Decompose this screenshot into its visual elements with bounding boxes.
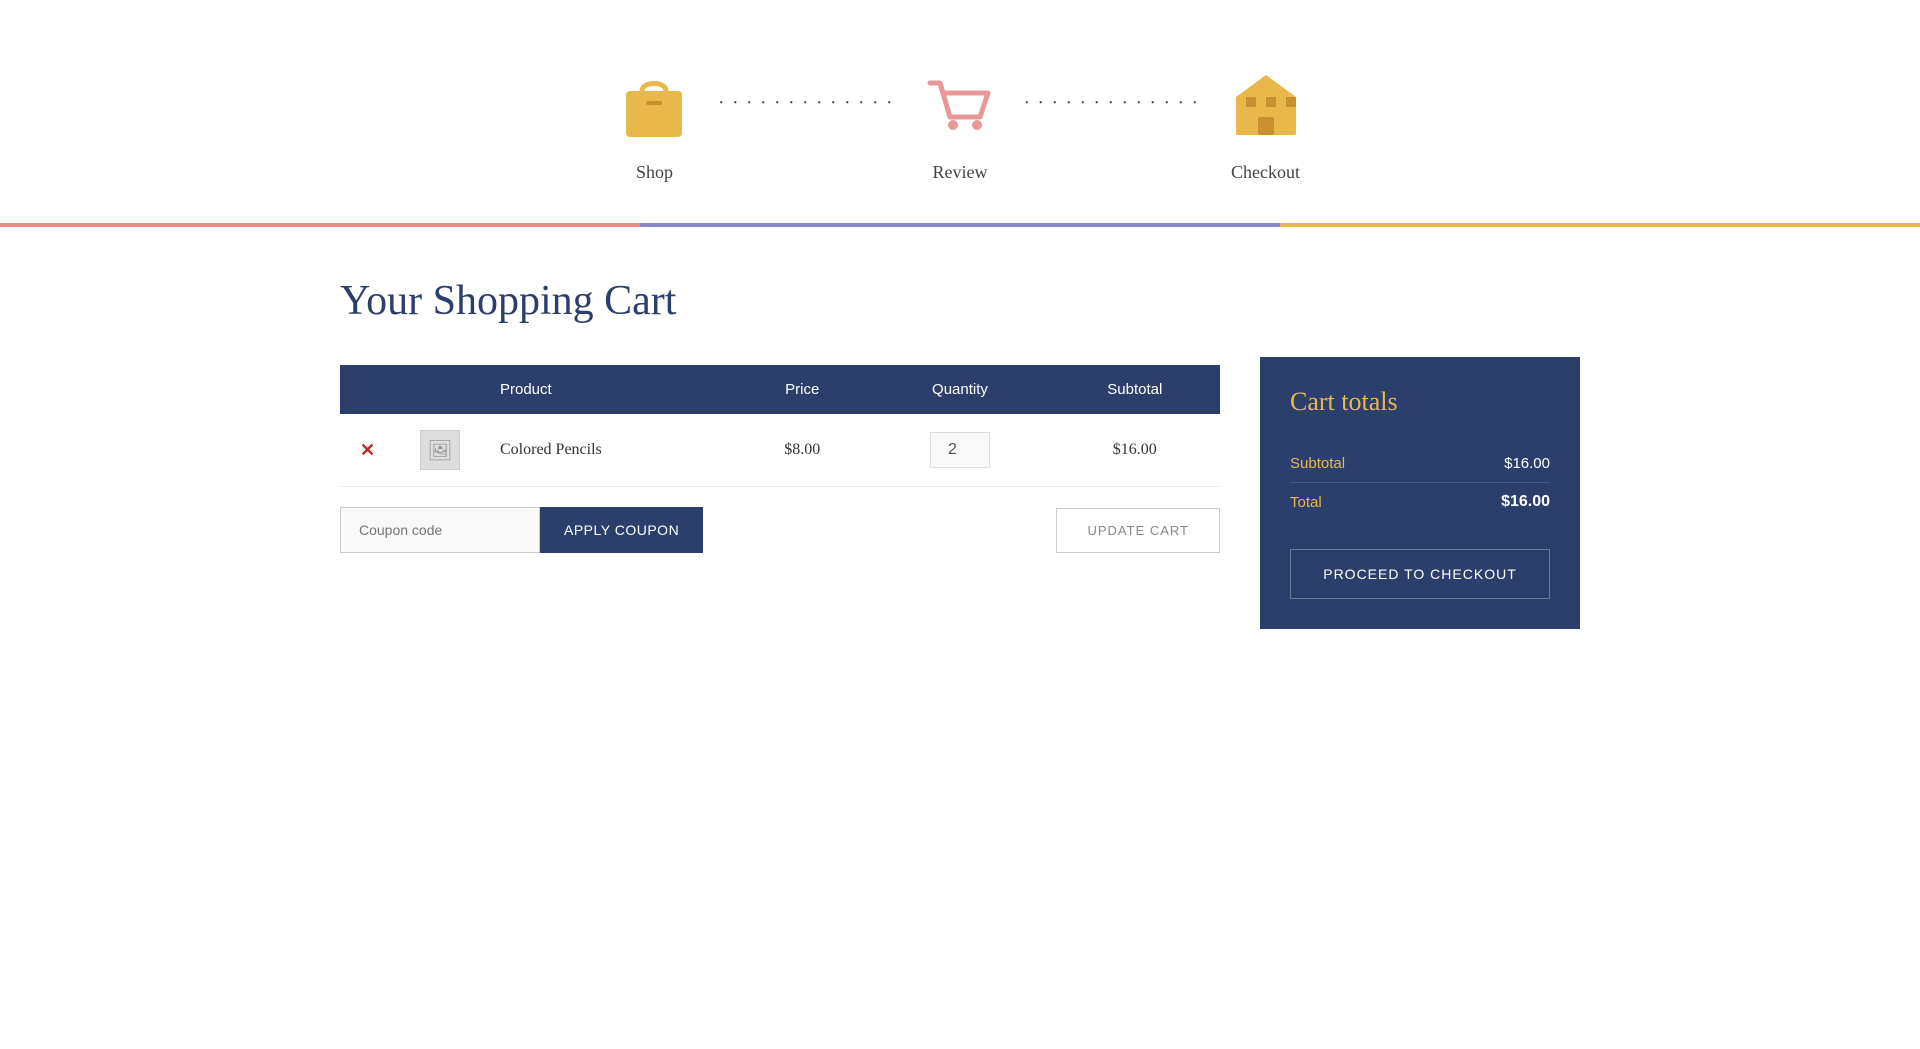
price-value: $8.00 [784, 441, 820, 458]
dots-1: • • • • • • • • • • • • • [699, 98, 915, 109]
remove-cell: ✕ [340, 414, 400, 487]
shop-icon [609, 60, 699, 150]
coupon-group: APPLY COUPON [340, 507, 703, 553]
step-review[interactable]: Review [915, 60, 1005, 183]
bar-gold [1280, 223, 1920, 227]
subtotal-cell: $16.00 [1050, 414, 1220, 487]
product-thumbnail: 🖼 [420, 430, 460, 470]
step-checkout[interactable]: Checkout [1221, 60, 1311, 183]
cart-table: Product Price Quantity Subtotal ✕ 🖼 [340, 365, 1220, 487]
subtotal-label: Subtotal [1290, 455, 1345, 472]
total-amount: $16.00 [1501, 493, 1550, 511]
product-name-cell: Colored Pencils [480, 414, 734, 487]
totals-title: Cart totals [1290, 387, 1550, 417]
step-review-label: Review [933, 162, 988, 183]
col-qty-header: Quantity [870, 365, 1049, 414]
subtotal-value: $16.00 [1113, 441, 1157, 458]
review-icon [915, 60, 1005, 150]
page-title: Your Shopping Cart [340, 277, 1220, 325]
col-thumb-header [400, 365, 480, 414]
apply-coupon-button[interactable]: APPLY COUPON [540, 507, 703, 553]
price-cell: $8.00 [734, 414, 870, 487]
col-price-header: Price [734, 365, 870, 414]
checkout-icon [1221, 60, 1311, 150]
bar-red [0, 223, 640, 227]
steps-indicator: Shop • • • • • • • • • • • • • Review • … [0, 0, 1920, 223]
coupon-input[interactable] [340, 507, 540, 553]
update-cart-button[interactable]: UPDATE CART [1056, 508, 1220, 553]
bar-purple [640, 223, 1280, 227]
qty-cell [870, 414, 1049, 487]
step-shop-label: Shop [636, 162, 673, 183]
cart-actions: APPLY COUPON UPDATE CART [340, 507, 1220, 553]
total-label: Total [1290, 494, 1322, 511]
step-shop[interactable]: Shop [609, 60, 699, 183]
separator-bars [0, 223, 1920, 227]
table-header-row: Product Price Quantity Subtotal [340, 365, 1220, 414]
col-subtotal-header: Subtotal [1050, 365, 1220, 414]
col-product-header: Product [480, 365, 734, 414]
quantity-input[interactable] [930, 432, 990, 468]
cart-totals-panel: Cart totals Subtotal $16.00 Total $16.00… [1260, 357, 1580, 629]
product-name: Colored Pencils [500, 441, 602, 458]
table-row: ✕ 🖼 Colored Pencils $8.00 [340, 414, 1220, 487]
proceed-to-checkout-button[interactable]: PROCEED TO CHECKOUT [1290, 549, 1550, 599]
remove-item-button[interactable]: ✕ [360, 440, 375, 461]
subtotal-amount: $16.00 [1504, 455, 1550, 472]
total-row: Total $16.00 [1290, 483, 1550, 521]
cart-section: Your Shopping Cart Product Price Quantit… [340, 277, 1220, 553]
col-remove-header [340, 365, 400, 414]
thumb-cell: 🖼 [400, 414, 480, 487]
dots-2: • • • • • • • • • • • • • [1005, 98, 1221, 109]
product-thumb-icon: 🖼 [427, 438, 452, 463]
step-checkout-label: Checkout [1231, 162, 1300, 183]
main-content: Your Shopping Cart Product Price Quantit… [260, 227, 1660, 689]
subtotal-row: Subtotal $16.00 [1290, 445, 1550, 483]
